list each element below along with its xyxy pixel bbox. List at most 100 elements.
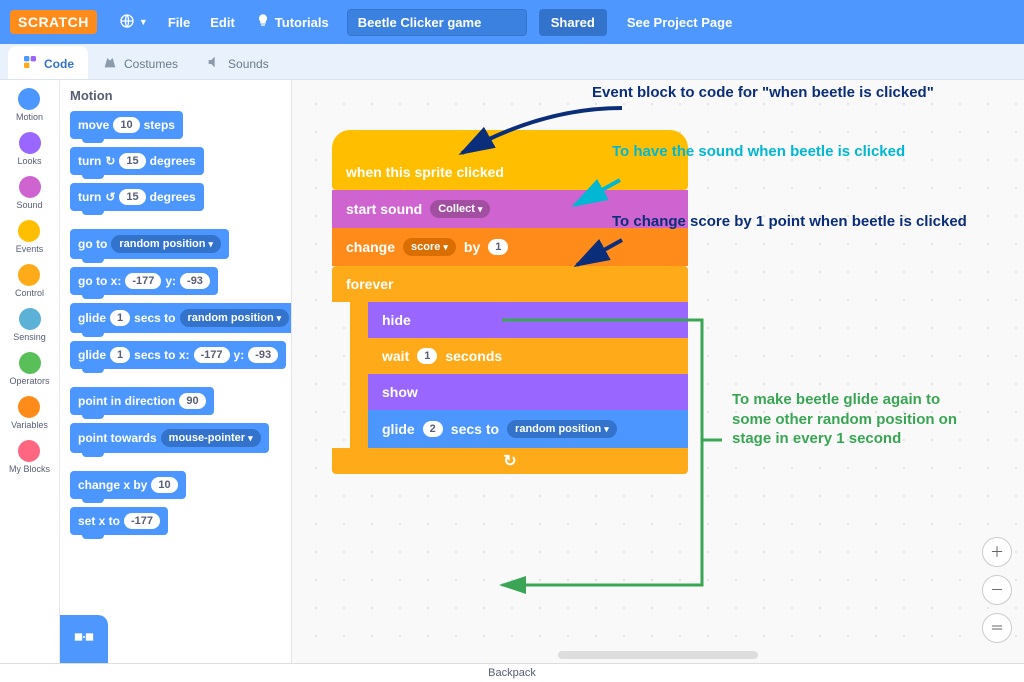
zoom-reset-button[interactable]: ＝ — [982, 613, 1012, 643]
block-text: secs to — [134, 311, 175, 325]
block-point-towards[interactable]: point towards mouse-pointer — [70, 423, 269, 453]
category-label: Variables — [11, 420, 48, 430]
tutorials-label: Tutorials — [275, 15, 329, 30]
backpack-bar[interactable]: Backpack — [0, 663, 1024, 681]
file-menu[interactable]: File — [158, 9, 200, 36]
number-input[interactable]: 2 — [423, 421, 443, 437]
category-operators[interactable]: Operators — [9, 350, 49, 392]
block-category-column: Motion Looks Sound Events Control Sensin… — [0, 80, 60, 663]
number-input[interactable]: -177 — [125, 273, 161, 289]
category-label: Sound — [16, 200, 42, 210]
dropdown[interactable]: mouse-pointer — [161, 429, 261, 447]
shared-button[interactable]: Shared — [539, 9, 607, 36]
category-variables[interactable]: Variables — [11, 394, 48, 436]
block-turn-cw[interactable]: turn ↻ 15 degrees — [70, 147, 204, 175]
number-input[interactable]: 1 — [488, 239, 508, 255]
block-change-var[interactable]: change score by 1 — [332, 228, 688, 266]
block-text: y: — [234, 348, 245, 362]
number-input[interactable]: -93 — [248, 347, 278, 363]
dropdown[interactable]: random position — [180, 309, 290, 327]
palette-header: Motion — [70, 88, 281, 103]
number-input[interactable]: -93 — [180, 273, 210, 289]
arrow-icon — [492, 310, 732, 600]
block-glide-to[interactable]: glide 1 secs to random position — [70, 303, 292, 333]
extension-icon — [73, 626, 95, 653]
category-label: Events — [16, 244, 44, 254]
category-label: Sensing — [13, 332, 46, 342]
script-workspace[interactable]: when this sprite clicked start sound Col… — [292, 80, 1024, 663]
add-extension-button[interactable] — [60, 615, 108, 663]
annotation-sound: To have the sound when beetle is clicked — [612, 142, 905, 162]
block-goto[interactable]: go to random position — [70, 229, 229, 259]
dropdown[interactable]: score — [403, 238, 456, 256]
dropdown[interactable]: Collect — [430, 200, 490, 218]
category-events[interactable]: Events — [16, 218, 44, 260]
block-gotoxy[interactable]: go to x: -177 y: -93 — [70, 267, 218, 295]
block-text: go to — [78, 237, 107, 251]
block-text: forever — [346, 276, 393, 292]
tab-costumes[interactable]: Costumes — [88, 46, 192, 79]
block-text: go to x: — [78, 274, 121, 288]
arrow-icon — [570, 175, 630, 215]
number-input[interactable]: 1 — [417, 348, 437, 364]
block-text: change x by — [78, 478, 147, 492]
category-label: Motion — [16, 112, 43, 122]
number-input[interactable]: -177 — [194, 347, 230, 363]
block-move-steps[interactable]: move 10 steps — [70, 111, 183, 139]
number-input[interactable]: 15 — [119, 189, 145, 205]
block-text: show — [382, 384, 418, 400]
block-set-x[interactable]: set x to -177 — [70, 507, 168, 535]
horizontal-scrollbar[interactable] — [558, 651, 758, 659]
tutorials-button[interactable]: Tutorials — [245, 7, 339, 38]
category-label: Looks — [17, 156, 41, 166]
tab-sounds-label: Sounds — [228, 57, 269, 71]
see-project-page-button[interactable]: See Project Page — [611, 9, 743, 36]
block-text: change — [346, 239, 395, 255]
zoom-out-button[interactable]: － — [982, 575, 1012, 605]
number-input[interactable]: 90 — [179, 393, 205, 409]
category-myblocks[interactable]: My Blocks — [9, 438, 50, 480]
block-text: wait — [382, 348, 409, 364]
editor-tabs: Code Costumes Sounds — [0, 44, 1024, 80]
turn-cw-icon: ↻ — [105, 154, 115, 168]
globe-menu[interactable]: ▼ — [109, 7, 158, 38]
category-sensing[interactable]: Sensing — [13, 306, 46, 348]
block-change-x[interactable]: change x by 10 — [70, 471, 186, 499]
number-input[interactable]: 15 — [119, 153, 145, 169]
block-text: secs to x: — [134, 348, 189, 362]
block-text: degrees — [150, 154, 196, 168]
annotation-glide: To make beetle glide again to some other… — [732, 390, 962, 449]
number-input[interactable]: 10 — [151, 477, 177, 493]
number-input[interactable]: -177 — [124, 513, 160, 529]
lightbulb-icon — [255, 13, 271, 32]
number-input[interactable]: 1 — [110, 310, 130, 326]
annotation-event: Event block to code for "when beetle is … — [592, 83, 934, 103]
number-input[interactable]: 1 — [110, 347, 130, 363]
edit-menu[interactable]: Edit — [200, 9, 245, 36]
block-glide-xy[interactable]: glide 1 secs to x: -177 y: -93 — [70, 341, 286, 369]
zoom-in-button[interactable]: ＋ — [982, 537, 1012, 567]
scratch-logo[interactable]: SCRATCH — [10, 10, 97, 34]
category-looks[interactable]: Looks — [17, 130, 41, 172]
block-point-direction[interactable]: point in direction 90 — [70, 387, 214, 415]
tab-sounds[interactable]: Sounds — [192, 46, 283, 79]
costume-icon — [102, 54, 118, 73]
block-text: glide — [382, 421, 415, 437]
dropdown[interactable]: random position — [111, 235, 221, 253]
block-palette: Motion move 10 steps turn ↻ 15 degrees t… — [60, 80, 292, 663]
block-turn-ccw[interactable]: turn ↺ 15 degrees — [70, 183, 204, 211]
block-forever[interactable]: forever — [332, 266, 688, 302]
zoom-out-icon: － — [990, 580, 1004, 600]
category-motion[interactable]: Motion — [16, 86, 43, 128]
tab-code[interactable]: Code — [8, 46, 88, 79]
zoom-in-icon: ＋ — [990, 542, 1004, 562]
block-text: hide — [382, 312, 411, 328]
category-control[interactable]: Control — [15, 262, 44, 304]
project-title-input[interactable]: Beetle Clicker game — [347, 9, 527, 36]
number-input[interactable]: 10 — [113, 117, 139, 133]
block-text: turn — [78, 190, 101, 204]
block-text: by — [464, 239, 480, 255]
turn-ccw-icon: ↺ — [105, 190, 115, 204]
category-sound[interactable]: Sound — [16, 174, 42, 216]
block-text: move — [78, 118, 109, 132]
